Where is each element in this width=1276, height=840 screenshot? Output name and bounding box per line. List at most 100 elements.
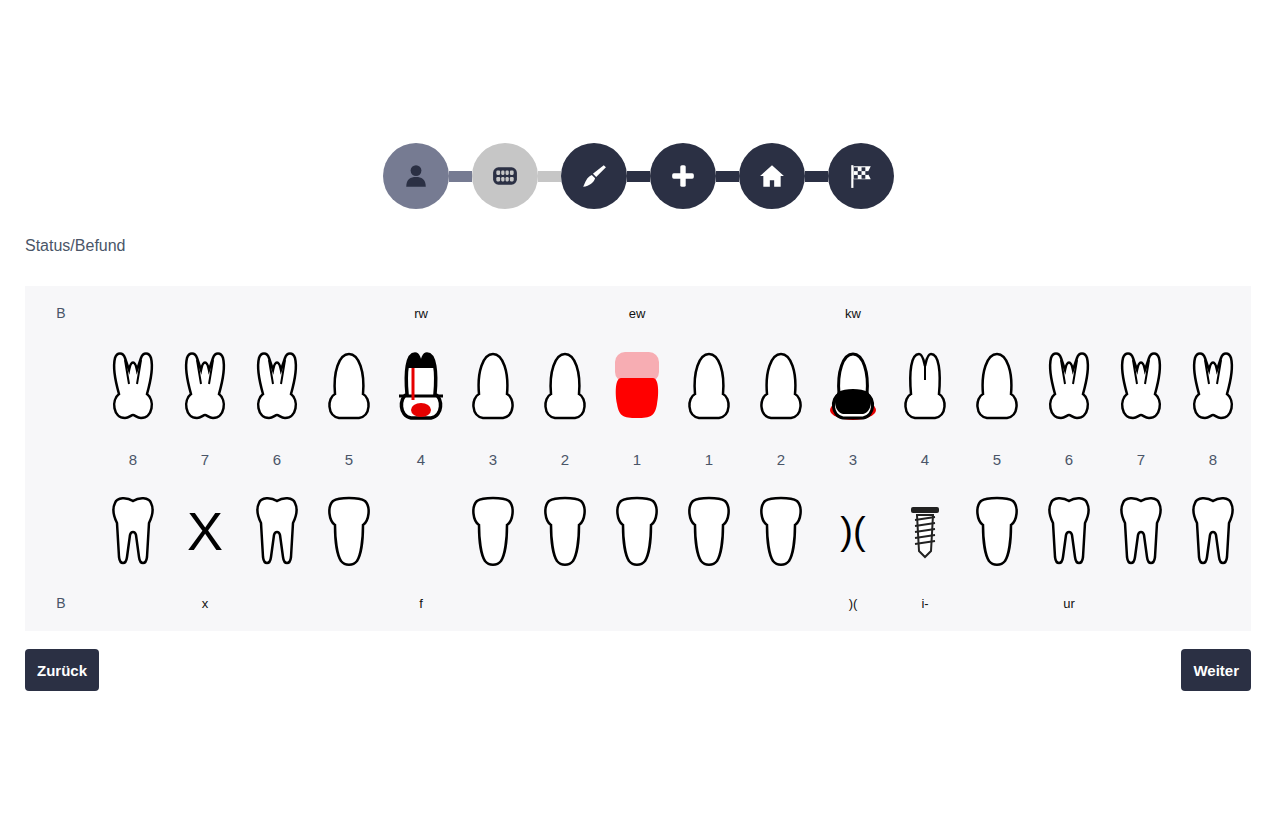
lower-tooth[interactable] <box>1105 468 1177 594</box>
upper-tooth[interactable] <box>385 322 457 450</box>
upper-tooth[interactable] <box>457 322 529 450</box>
implant-icon <box>899 495 951 567</box>
patient-step[interactable] <box>383 143 449 209</box>
lower-tooth[interactable] <box>745 468 817 594</box>
tooth-number: 4 <box>385 450 457 468</box>
teeth-step[interactable] <box>472 143 538 209</box>
upper-tooth[interactable] <box>889 322 961 450</box>
tooth-number: 5 <box>313 450 385 468</box>
finding-label <box>745 304 817 322</box>
person-icon <box>403 163 429 189</box>
lower-teeth-row: X )( <box>25 468 1251 594</box>
page: Status/Befund B rwewkw 8765432112345678 … <box>0 0 1276 691</box>
lower-label-row: B xf)(i-ur <box>25 594 1251 612</box>
finding-label: ur <box>1033 594 1105 612</box>
upper-tooth[interactable] <box>961 322 1033 450</box>
tooth-icon <box>323 495 375 567</box>
section-title: Status/Befund <box>25 236 1251 256</box>
home-icon <box>759 163 785 189</box>
tooth-number: 5 <box>961 450 1033 468</box>
tooth-icon <box>1043 495 1095 567</box>
tooth-number: 8 <box>1177 450 1249 468</box>
tooth-icon <box>971 495 1023 567</box>
upper-tooth[interactable] <box>673 322 745 450</box>
lower-tooth[interactable] <box>601 468 673 594</box>
tooth-number: 7 <box>1105 450 1177 468</box>
tooth-number: 8 <box>97 450 169 468</box>
lower-tooth[interactable] <box>385 468 457 594</box>
tooth-number: 2 <box>529 450 601 468</box>
upper-tooth[interactable] <box>745 322 817 450</box>
tooth-icon <box>683 495 735 567</box>
finding-label <box>673 304 745 322</box>
finding-label: f <box>385 594 457 612</box>
finding-label <box>313 304 385 322</box>
finding-label <box>1033 304 1105 322</box>
tool-step[interactable] <box>561 143 627 209</box>
tooth-number: 1 <box>601 450 673 468</box>
lower-tooth[interactable] <box>97 468 169 594</box>
tooth-number: 6 <box>1033 450 1105 468</box>
lower-tooth[interactable] <box>457 468 529 594</box>
lower-tooth[interactable] <box>961 468 1033 594</box>
tooth-number: 3 <box>817 450 889 468</box>
finish-step[interactable] <box>828 143 894 209</box>
lower-tooth[interactable] <box>241 468 313 594</box>
tooth-mark: )( <box>840 501 865 561</box>
lower-tooth[interactable] <box>1177 468 1249 594</box>
upper-tooth[interactable] <box>313 322 385 450</box>
tooth-icon <box>539 350 591 422</box>
lower-tooth[interactable]: X <box>169 468 241 594</box>
side-label: B <box>25 594 97 612</box>
dental-chart: B rwewkw 8765432112345678 X)( B xf)(i-ur <box>25 286 1251 631</box>
tooth-icon <box>1187 350 1239 422</box>
lower-tooth[interactable] <box>889 468 961 594</box>
tooth-number: 3 <box>457 450 529 468</box>
tooth-number: 1 <box>673 450 745 468</box>
tooth-icon <box>179 350 231 422</box>
lower-tooth[interactable] <box>313 468 385 594</box>
upper-teeth-row <box>25 322 1251 450</box>
back-button[interactable]: Zurück <box>25 649 99 691</box>
finding-label <box>529 594 601 612</box>
finding-label <box>745 594 817 612</box>
tooth-number: 2 <box>745 450 817 468</box>
finding-label <box>241 594 313 612</box>
finding-label <box>889 304 961 322</box>
tooth-icon <box>323 350 375 422</box>
finding-label: )( <box>817 594 889 612</box>
upper-tooth[interactable] <box>529 322 601 450</box>
upper-tooth[interactable] <box>241 322 313 450</box>
tooth-icon <box>971 350 1023 422</box>
lower-tooth[interactable] <box>1033 468 1105 594</box>
upper-tooth[interactable] <box>169 322 241 450</box>
upper-tooth[interactable] <box>97 322 169 450</box>
lower-tooth[interactable]: )( <box>817 468 889 594</box>
finding-label <box>961 594 1033 612</box>
brush-icon <box>581 163 607 189</box>
finding-label <box>169 304 241 322</box>
tooth-number: 4 <box>889 450 961 468</box>
tooth-number: 7 <box>169 450 241 468</box>
tooth-mark: X <box>187 501 223 561</box>
upper-tooth[interactable] <box>1177 322 1249 450</box>
plus-icon <box>670 163 696 189</box>
upper-tooth[interactable] <box>817 322 889 450</box>
upper-tooth[interactable] <box>601 322 673 450</box>
lower-tooth[interactable] <box>673 468 745 594</box>
step-connector <box>627 171 650 182</box>
next-button[interactable]: Weiter <box>1181 649 1251 691</box>
step-connector <box>716 171 739 182</box>
lower-tooth[interactable] <box>529 468 601 594</box>
home-step[interactable] <box>739 143 805 209</box>
tooth-icon <box>107 350 159 422</box>
tooth-icon <box>467 350 519 422</box>
tooth-icon <box>1115 350 1167 422</box>
upper-tooth[interactable] <box>1105 322 1177 450</box>
tooth-number-row: 8765432112345678 <box>25 450 1251 468</box>
teeth-icon <box>492 163 518 189</box>
tooth-icon <box>251 495 303 567</box>
add-step[interactable] <box>650 143 716 209</box>
tooth-icon <box>611 350 663 422</box>
upper-tooth[interactable] <box>1033 322 1105 450</box>
